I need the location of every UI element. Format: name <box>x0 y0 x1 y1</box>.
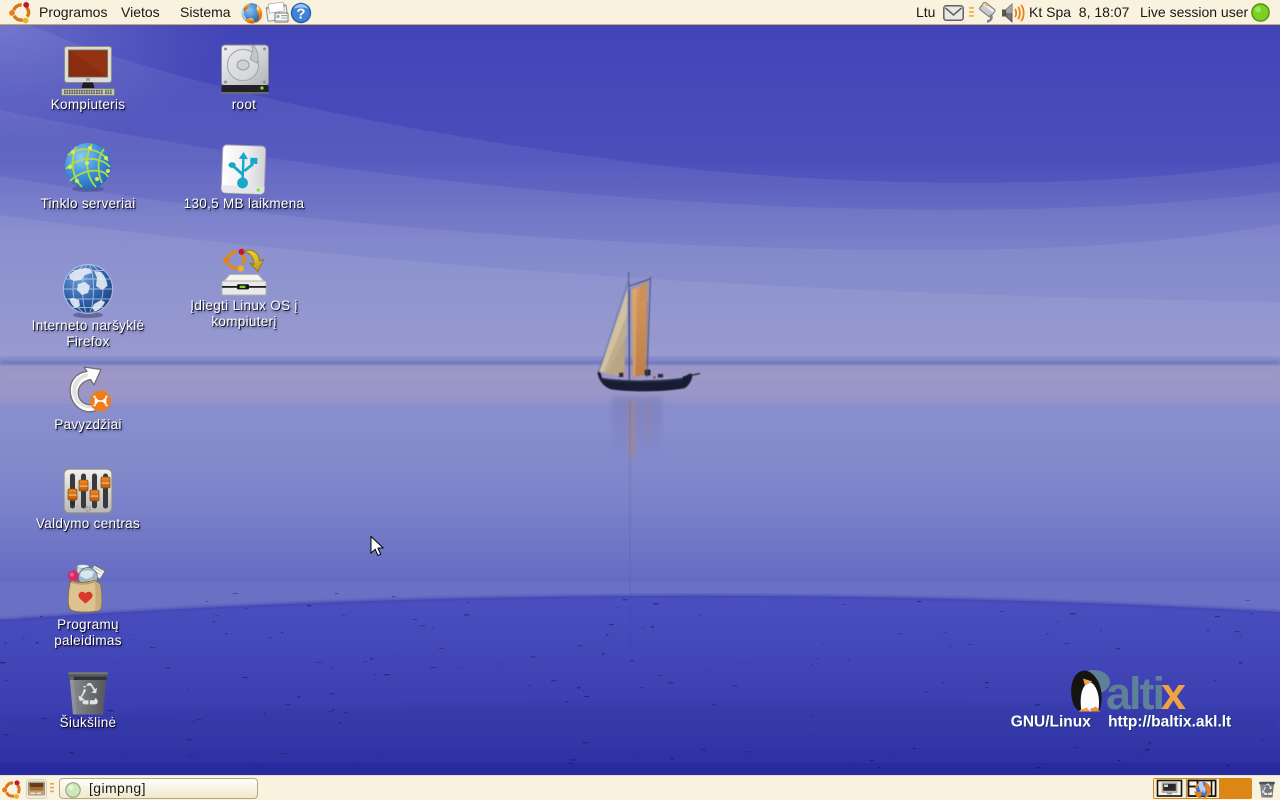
svg-text:alti: alti <box>1106 668 1163 719</box>
svg-text:GNU/Linux http://baltix.akl: GNU/Linux http://baltix.akl.lt <box>1011 714 1231 731</box>
svg-text:x: x <box>1161 668 1186 719</box>
svg-text:?: ? <box>296 6 305 23</box>
